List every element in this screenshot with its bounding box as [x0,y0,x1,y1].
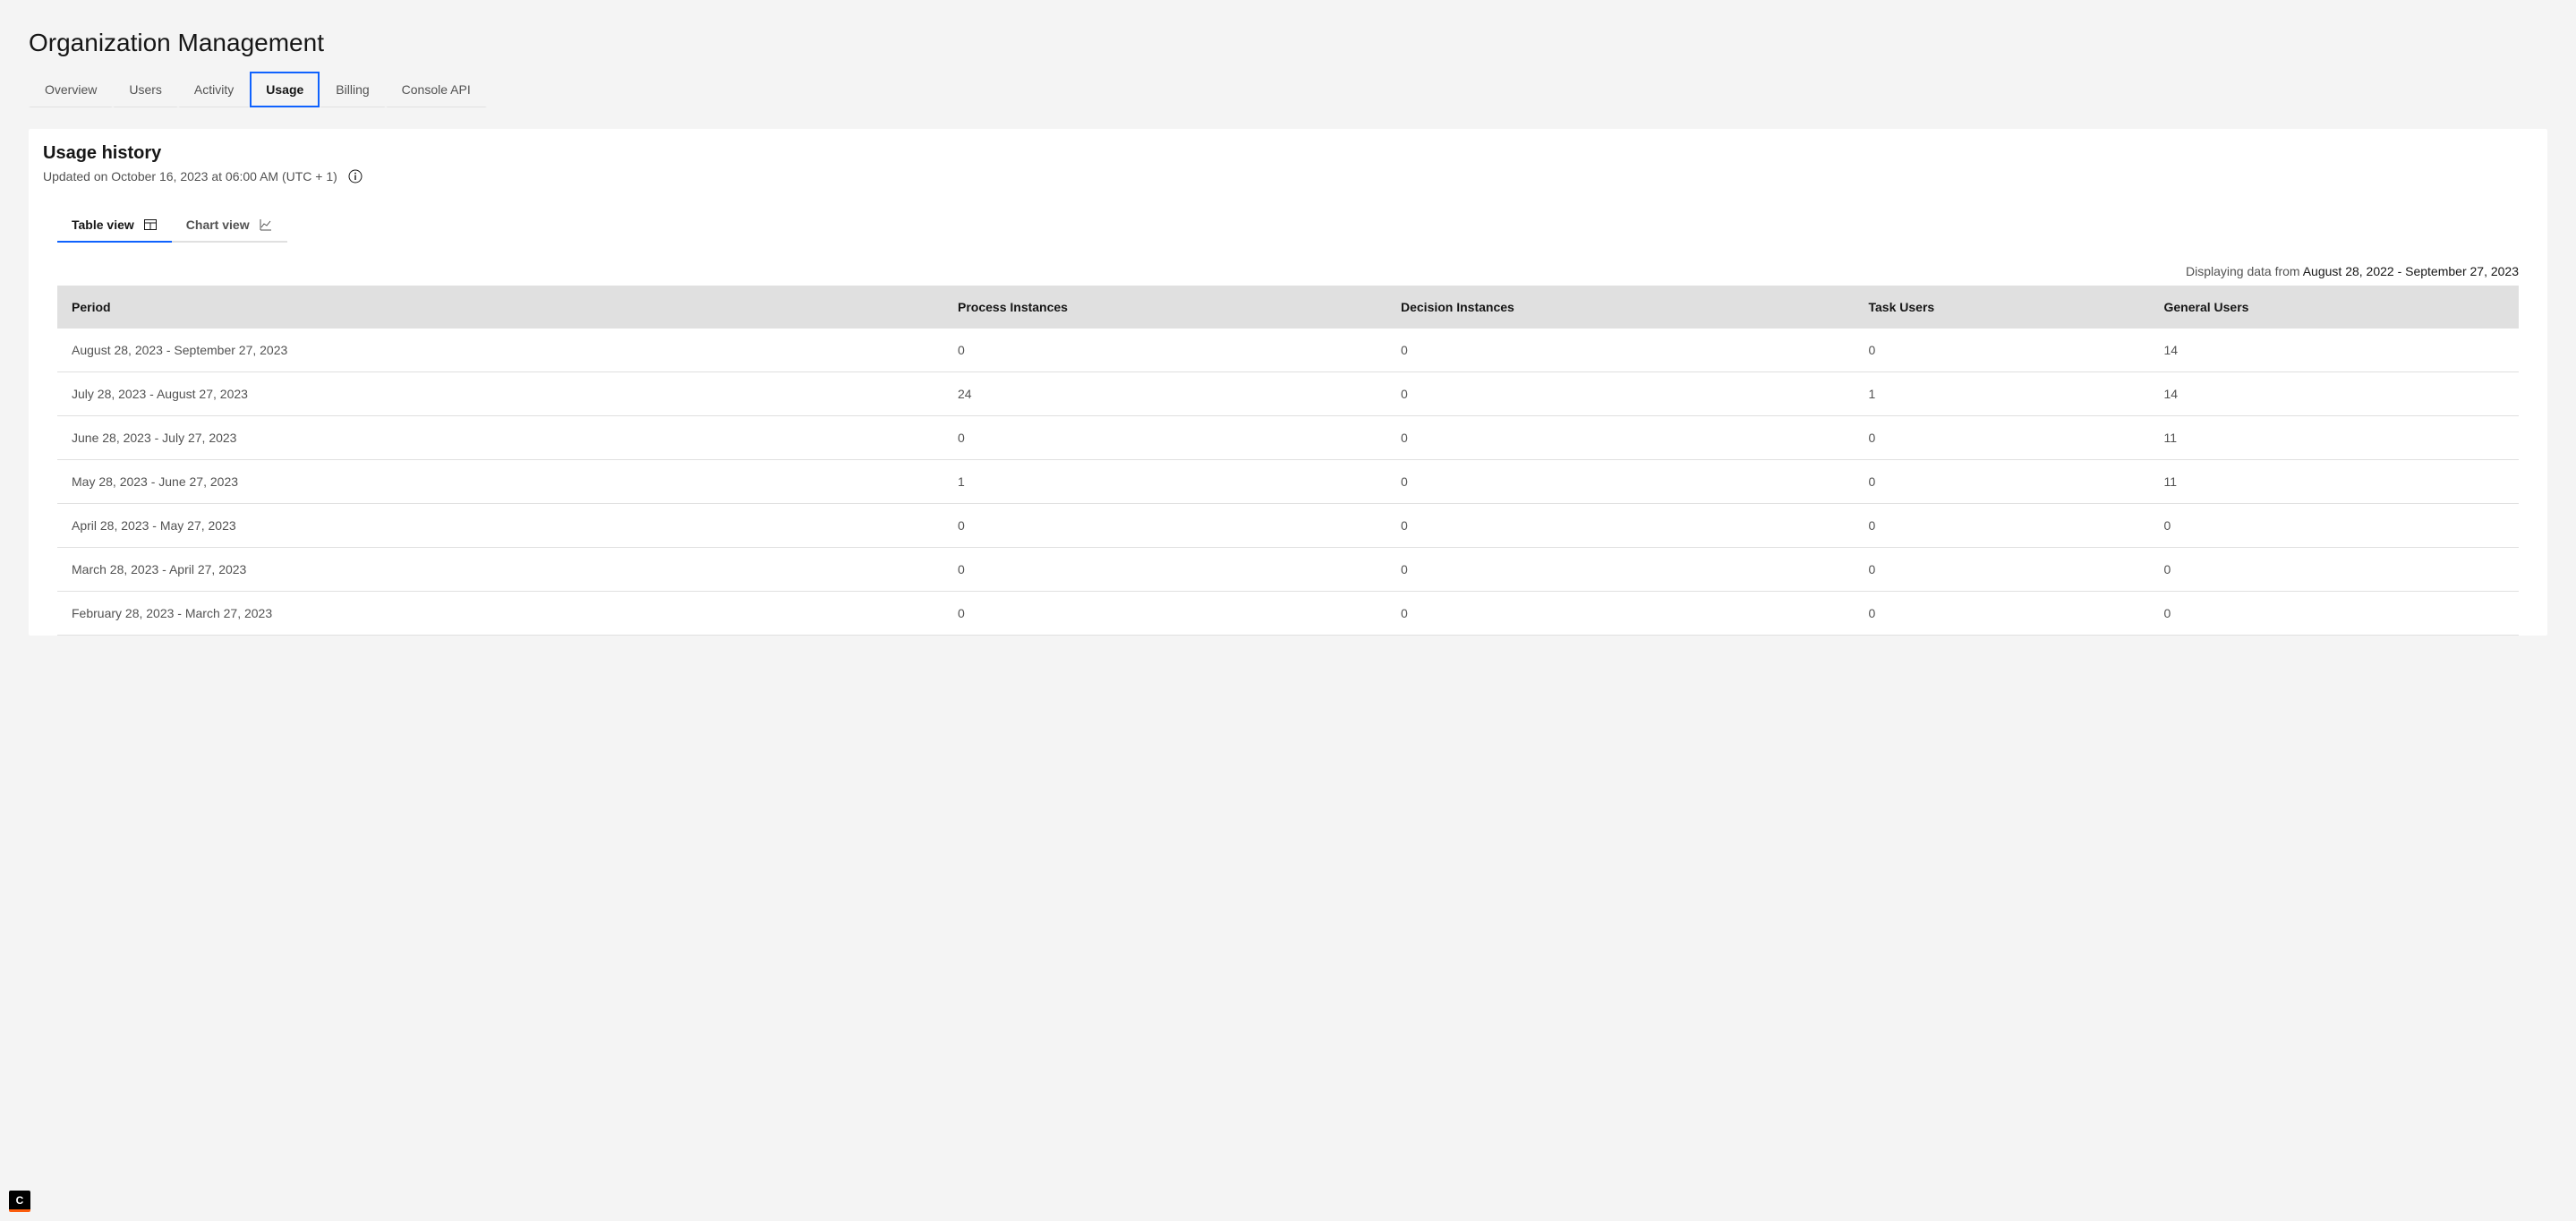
cell-task-users: 1 [1855,372,2150,416]
cell-decision-instances: 0 [1386,592,1855,636]
cell-process-instances: 0 [943,548,1386,592]
cell-task-users: 0 [1855,460,2150,504]
usage-table-wrapper: Period Process Instances Decision Instan… [43,286,2533,636]
table-header-row: Period Process Instances Decision Instan… [57,286,2519,329]
cell-period: July 28, 2023 - August 27, 2023 [57,372,943,416]
cell-period: April 28, 2023 - May 27, 2023 [57,504,943,548]
table-row: February 28, 2023 - March 27, 20230000 [57,592,2519,636]
page-container: Organization Management Overview Users A… [0,0,2576,636]
col-task-users: Task Users [1855,286,2150,329]
cell-decision-instances: 0 [1386,372,1855,416]
cell-task-users: 0 [1855,329,2150,372]
sub-tab-chart-view[interactable]: Chart view [172,209,287,243]
usage-table: Period Process Instances Decision Instan… [57,286,2519,636]
cell-process-instances: 24 [943,372,1386,416]
cell-general-users: 11 [2150,460,2520,504]
cell-period: August 28, 2023 - September 27, 2023 [57,329,943,372]
cell-general-users: 14 [2150,372,2520,416]
cell-period: March 28, 2023 - April 27, 2023 [57,548,943,592]
card-subtitle: Updated on October 16, 2023 at 06:00 AM … [43,169,337,184]
cell-decision-instances: 0 [1386,416,1855,460]
tab-billing[interactable]: Billing [320,72,385,107]
usage-history-card: Usage history Updated on October 16, 202… [29,129,2547,636]
data-range-prefix: Displaying data from [2186,264,2303,278]
table-row: June 28, 2023 - July 27, 202300011 [57,416,2519,460]
cell-decision-instances: 0 [1386,460,1855,504]
table-icon [143,218,158,232]
cell-task-users: 0 [1855,592,2150,636]
col-general-users: General Users [2150,286,2520,329]
cell-task-users: 0 [1855,504,2150,548]
main-tabs: Overview Users Activity Usage Billing Co… [29,72,2547,107]
sub-tab-label: Chart view [186,218,250,232]
table-row: March 28, 2023 - April 27, 20230000 [57,548,2519,592]
card-subtitle-row: Updated on October 16, 2023 at 06:00 AM … [43,169,2533,184]
table-row: May 28, 2023 - June 27, 202310011 [57,460,2519,504]
cell-process-instances: 0 [943,504,1386,548]
app-badge[interactable]: C [9,1191,30,1212]
tab-activity[interactable]: Activity [178,72,250,107]
sub-tab-table-view[interactable]: Table view [57,209,172,243]
tab-usage[interactable]: Usage [250,72,320,107]
col-decision-instances: Decision Instances [1386,286,1855,329]
col-process-instances: Process Instances [943,286,1386,329]
info-icon[interactable] [348,169,363,184]
sub-tabs: Table view Chart view [57,209,2533,243]
cell-period: February 28, 2023 - March 27, 2023 [57,592,943,636]
cell-general-users: 14 [2150,329,2520,372]
tab-overview[interactable]: Overview [29,72,113,107]
cell-general-users: 0 [2150,504,2520,548]
col-period: Period [57,286,943,329]
cell-period: June 28, 2023 - July 27, 2023 [57,416,943,460]
data-range-dates: August 28, 2022 - September 27, 2023 [2303,264,2519,278]
cell-general-users: 0 [2150,548,2520,592]
chart-icon [259,218,273,232]
cell-task-users: 0 [1855,416,2150,460]
cell-period: May 28, 2023 - June 27, 2023 [57,460,943,504]
cell-task-users: 0 [1855,548,2150,592]
table-row: August 28, 2023 - September 27, 20230001… [57,329,2519,372]
tab-users[interactable]: Users [113,72,178,107]
card-title: Usage history [43,143,2533,164]
cell-process-instances: 1 [943,460,1386,504]
cell-decision-instances: 0 [1386,504,1855,548]
cell-general-users: 0 [2150,592,2520,636]
cell-general-users: 11 [2150,416,2520,460]
table-row: July 28, 2023 - August 27, 2023240114 [57,372,2519,416]
table-row: April 28, 2023 - May 27, 20230000 [57,504,2519,548]
cell-decision-instances: 0 [1386,548,1855,592]
data-range: Displaying data from August 28, 2022 - S… [43,264,2533,278]
tab-console-api[interactable]: Console API [386,72,487,107]
sub-tab-label: Table view [72,218,134,232]
cell-process-instances: 0 [943,416,1386,460]
cell-process-instances: 0 [943,329,1386,372]
page-title: Organization Management [29,29,2547,57]
cell-decision-instances: 0 [1386,329,1855,372]
cell-process-instances: 0 [943,592,1386,636]
